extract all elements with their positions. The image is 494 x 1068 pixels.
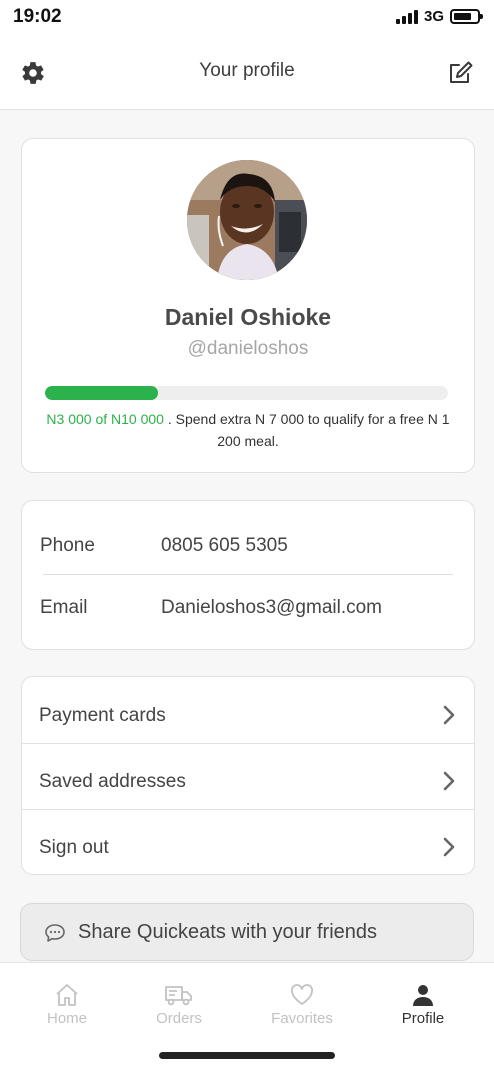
network-type: 3G xyxy=(423,8,444,25)
home-indicator xyxy=(159,1052,335,1059)
page-title: Your profile xyxy=(199,60,295,81)
chat-bubble-icon xyxy=(45,924,65,942)
phone-value: 0805 605 5305 xyxy=(161,535,288,556)
chevron-right-icon xyxy=(443,705,455,725)
phone-row: Phone 0805 605 5305 xyxy=(22,501,474,563)
menu-item-label: Sign out xyxy=(39,837,109,858)
tab-favorites[interactable]: Favorites xyxy=(242,963,362,1033)
sign-out-item[interactable]: Sign out xyxy=(22,809,474,875)
profile-name: Daniel Oshioke xyxy=(164,304,332,330)
share-button-label: Share Quickeats with your friends xyxy=(78,921,378,943)
home-icon xyxy=(56,984,78,1006)
progress-message: . Spend extra N 7 000 to qualify for a f… xyxy=(163,411,450,449)
tab-label: Orders xyxy=(156,1010,202,1027)
signal-icon xyxy=(395,9,418,24)
status-indicators: 3G xyxy=(395,8,483,25)
user-icon xyxy=(413,985,433,1006)
payment-cards-item[interactable]: Payment cards xyxy=(22,677,474,743)
avatar[interactable] xyxy=(187,160,307,280)
progress-amount: N3 000 of N10 000 xyxy=(46,411,164,427)
tab-profile[interactable]: Profile xyxy=(363,963,483,1033)
email-value: Danieloshos3@gmail.com xyxy=(161,597,382,618)
tab-orders[interactable]: Orders xyxy=(119,963,239,1033)
app-header: Your profile xyxy=(0,34,494,110)
profile-card: Daniel Oshioke @danieloshos N3 000 of N1… xyxy=(21,138,475,473)
profile-handle: @danieloshos xyxy=(187,338,309,359)
chevron-right-icon xyxy=(443,837,455,857)
edit-icon xyxy=(450,61,473,83)
status-bar: 19:02 3G xyxy=(0,0,494,34)
bottom-tab-bar: Home Orders Favorites Profile xyxy=(0,962,494,1068)
truck-icon xyxy=(165,986,192,1006)
status-time: 19:02 xyxy=(13,6,62,27)
saved-addresses-item[interactable]: Saved addresses xyxy=(22,743,474,809)
menu-item-label: Saved addresses xyxy=(39,771,186,792)
contact-card: Phone 0805 605 5305 Email Danieloshos3@g… xyxy=(21,500,475,650)
rewards-progress-bar xyxy=(45,386,448,400)
edit-profile-button[interactable] xyxy=(448,60,474,86)
chevron-right-icon xyxy=(443,771,455,791)
share-app-button[interactable]: Share Quickeats with your friends xyxy=(20,903,474,961)
menu-item-label: Payment cards xyxy=(39,705,166,726)
tab-label: Favorites xyxy=(271,1010,333,1027)
tab-label: Home xyxy=(46,1010,87,1027)
tab-home[interactable]: Home xyxy=(7,963,127,1033)
heart-icon xyxy=(291,984,313,1005)
rewards-progress-fill xyxy=(45,386,158,400)
profile-menu: Payment cards Saved addresses Sign out xyxy=(21,676,475,875)
tab-label: Profile xyxy=(401,1010,445,1027)
rewards-progress-text: N3 000 of N10 000 . Spend extra N 7 000 … xyxy=(40,408,456,452)
email-row: Email Danieloshos3@gmail.com xyxy=(22,563,474,625)
phone-label: Phone xyxy=(40,535,95,556)
email-label: Email xyxy=(40,597,88,618)
battery-icon xyxy=(450,9,483,24)
